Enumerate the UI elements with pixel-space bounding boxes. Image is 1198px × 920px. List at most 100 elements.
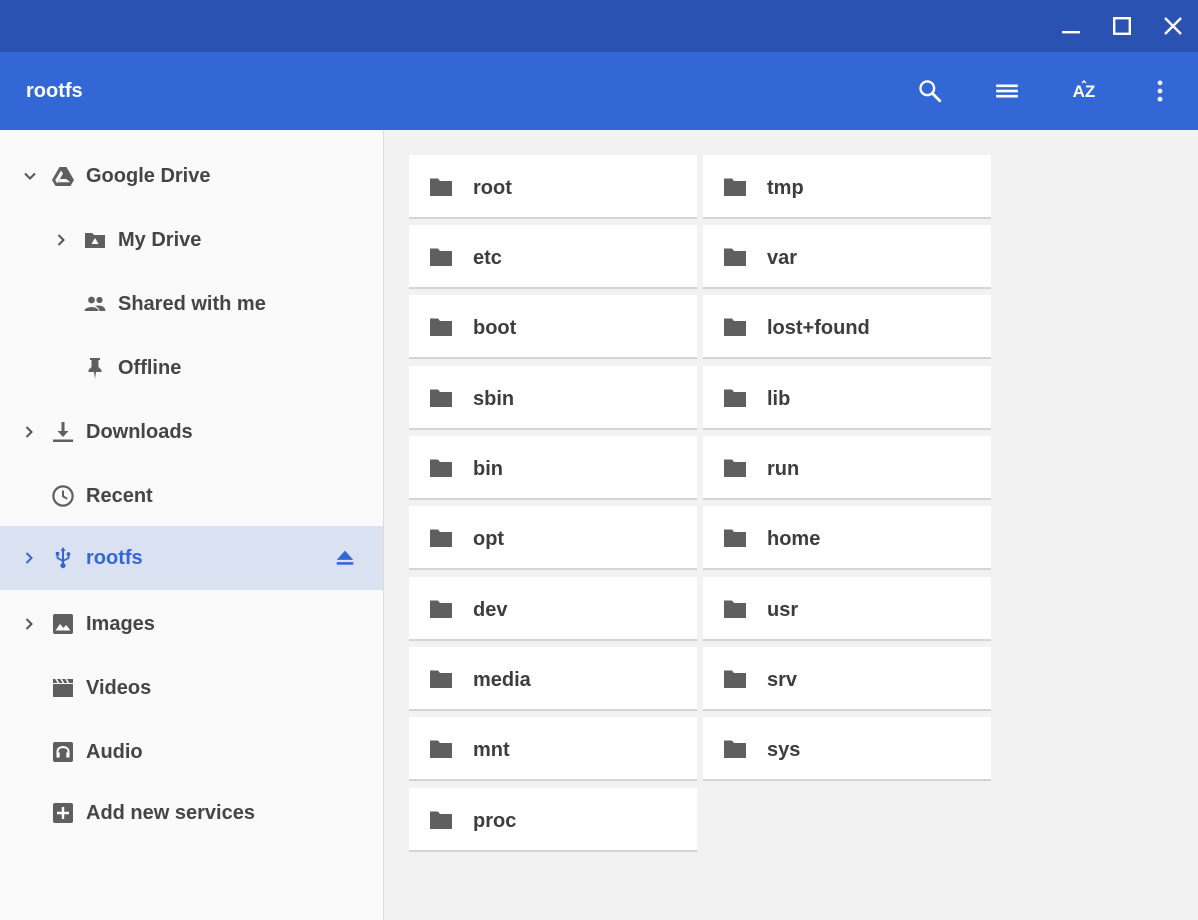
sort-az-icon: AZ [1073, 80, 1096, 101]
folder-icon [724, 459, 746, 477]
sidebar-item-rootfs[interactable]: rootfs [0, 526, 383, 590]
folder-name: lost+found [767, 317, 870, 339]
sidebar-item-label: Downloads [86, 421, 193, 443]
sidebar-item-shared-with-me[interactable]: Shared with me [0, 272, 383, 336]
sidebar-item-offline[interactable]: Offline [0, 336, 383, 400]
sidebar-item-recent[interactable]: Recent [0, 464, 383, 528]
folder-tile-etc[interactable]: etc [409, 225, 697, 289]
sidebar-item-label: Recent [86, 485, 153, 507]
folder-name: dev [473, 599, 508, 621]
folder-tile-media[interactable]: media [409, 647, 697, 711]
minimize-icon [1062, 31, 1080, 34]
people-icon [83, 292, 107, 316]
folder-icon [430, 740, 452, 758]
download-icon [51, 420, 75, 444]
folder-tile-root[interactable]: root [409, 155, 697, 219]
search-button[interactable] [906, 67, 954, 115]
folder-tile-lib[interactable]: lib [703, 366, 991, 430]
eject-button[interactable] [333, 546, 357, 570]
folder-icon [430, 178, 452, 196]
chevron-right-icon[interactable] [17, 546, 41, 570]
current-folder-title: rootfs [26, 80, 83, 102]
sort-button[interactable]: AZ [1060, 67, 1108, 115]
folder-icon [724, 178, 746, 196]
folder-tile-dev[interactable]: dev [409, 577, 697, 641]
folder-tile-boot[interactable]: boot [409, 295, 697, 359]
my-drive-icon [83, 228, 107, 252]
folder-tile-home[interactable]: home [703, 506, 991, 570]
eject-icon [336, 550, 354, 565]
folder-icon [724, 389, 746, 407]
more-vert-icon [1157, 80, 1163, 102]
folder-name: boot [473, 317, 517, 339]
sort-az-label: AZ [1073, 82, 1096, 101]
folder-name: mnt [473, 739, 510, 761]
audio-icon [51, 740, 75, 764]
folder-icon [430, 529, 452, 547]
folder-name: run [767, 458, 800, 480]
folder-tile-bin[interactable]: bin [409, 436, 697, 500]
folder-tile-lost-found[interactable]: lost+found [703, 295, 991, 359]
sidebar-item-add-new-services[interactable]: Add new services [0, 781, 383, 845]
folder-icon [724, 740, 746, 758]
folder-icon [724, 248, 746, 266]
folder-tile-proc[interactable]: proc [409, 788, 697, 852]
close-button[interactable] [1148, 0, 1198, 52]
sidebar-item-label: Videos [86, 677, 152, 699]
sidebar-item-label: rootfs [86, 547, 143, 569]
folder-icon [430, 389, 452, 407]
usb-icon [51, 546, 75, 570]
folder-tile-opt[interactable]: opt [409, 506, 697, 570]
folder-tile-sys[interactable]: sys [703, 717, 991, 781]
maximize-button[interactable] [1097, 0, 1147, 52]
folder-tile-mnt[interactable]: mnt [409, 717, 697, 781]
clock-icon [51, 484, 75, 508]
folder-icon [724, 600, 746, 618]
folder-name: home [767, 528, 821, 550]
folder-icon [724, 670, 746, 688]
sidebar-item-google-drive[interactable]: Google Drive [0, 144, 383, 208]
folder-name: opt [473, 528, 505, 550]
app-bar: rootfs AZ [0, 52, 1198, 130]
add-box-icon [51, 801, 75, 825]
google-drive-icon [51, 164, 75, 188]
view-toggle-button[interactable] [983, 67, 1031, 115]
sidebar-item-images[interactable]: Images [0, 592, 383, 656]
sidebar-item-downloads[interactable]: Downloads [0, 400, 383, 464]
folder-tile-run[interactable]: run [703, 436, 991, 500]
sidebar: Google Drive My Drive Shared with me Off… [0, 130, 384, 920]
folder-name: media [473, 669, 531, 691]
folder-tile-tmp[interactable]: tmp [703, 155, 991, 219]
video-icon [51, 676, 75, 700]
maximize-icon [1113, 17, 1132, 36]
folder-tile-sbin[interactable]: sbin [409, 366, 697, 430]
chevron-right-icon[interactable] [17, 612, 41, 636]
folder-icon [430, 248, 452, 266]
folder-tile-var[interactable]: var [703, 225, 991, 289]
folder-icon [430, 811, 452, 829]
folder-icon [724, 318, 746, 336]
folder-icon [724, 529, 746, 547]
minimize-button[interactable] [1046, 0, 1096, 52]
pin-icon [83, 356, 107, 380]
folder-name: root [473, 177, 512, 199]
chevron-right-icon[interactable] [17, 420, 41, 444]
folder-icon [430, 318, 452, 336]
sidebar-item-label: Images [86, 613, 155, 635]
folder-tile-usr[interactable]: usr [703, 577, 991, 641]
sidebar-item-videos[interactable]: Videos [0, 656, 383, 720]
folder-name: proc [473, 810, 517, 832]
chevron-down-icon[interactable] [18, 164, 42, 188]
folder-name: srv [767, 669, 798, 691]
folder-tile-srv[interactable]: srv [703, 647, 991, 711]
sidebar-item-label: Add new services [86, 802, 255, 824]
more-options-button[interactable] [1136, 67, 1184, 115]
folder-name: tmp [767, 177, 804, 199]
sidebar-item-my-drive[interactable]: My Drive [0, 208, 383, 272]
folder-name: sys [767, 739, 801, 761]
sidebar-item-audio[interactable]: Audio [0, 720, 383, 784]
image-icon [51, 612, 75, 636]
sidebar-item-label: Audio [86, 741, 143, 763]
chevron-right-icon[interactable] [49, 228, 73, 252]
folder-icon [430, 670, 452, 688]
